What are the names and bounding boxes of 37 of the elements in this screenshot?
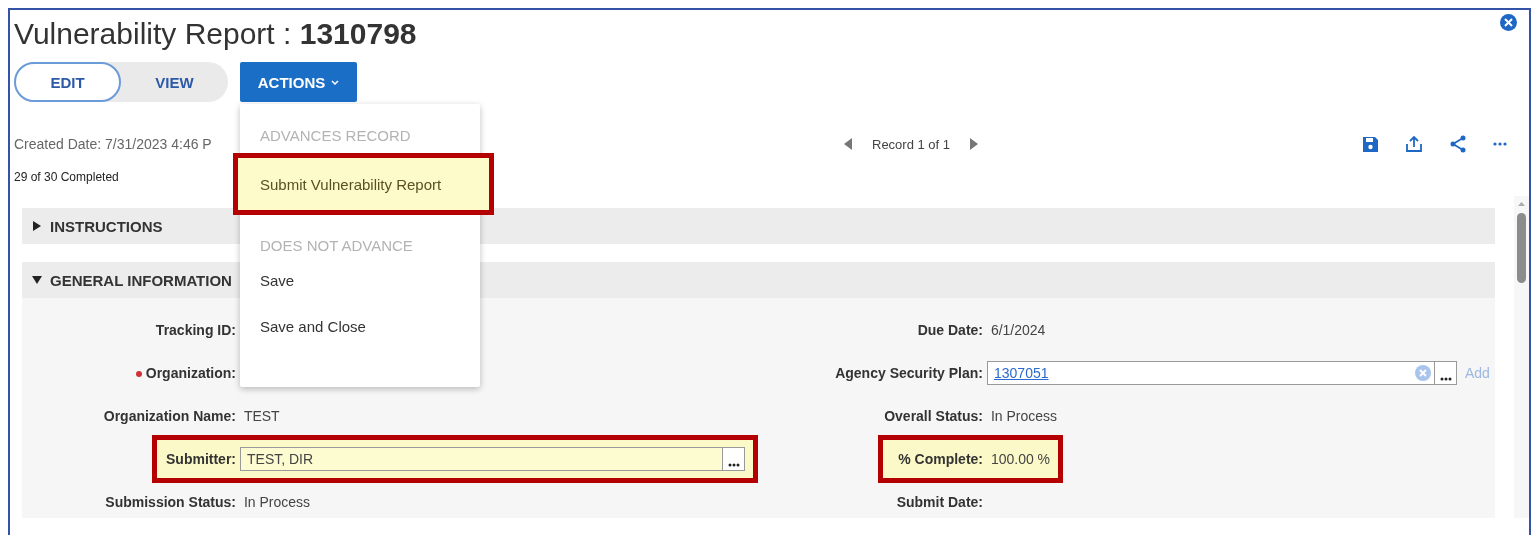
close-icon[interactable] xyxy=(1500,14,1517,31)
next-icon[interactable] xyxy=(970,138,979,150)
menu-heading: ADVANCES RECORD xyxy=(259,126,412,146)
field-value: 6/1/2024 xyxy=(989,321,1046,338)
menu-item[interactable]: Submit Vulnerability Report xyxy=(233,153,494,215)
actions-button[interactable]: ACTIONS xyxy=(240,62,357,102)
upload-icon[interactable] xyxy=(1405,135,1423,153)
more-icon[interactable] xyxy=(1493,142,1507,146)
field-label: Organization Name: xyxy=(102,407,237,424)
record-counter: Record 1 of 1 xyxy=(872,136,951,152)
page-title: Vulnerability Report : 1310798 xyxy=(14,16,417,52)
share-icon[interactable] xyxy=(1449,135,1467,153)
field-label: Organization: xyxy=(22,364,240,381)
save-icon[interactable] xyxy=(1362,135,1379,153)
field-label: Submitter: xyxy=(165,450,237,467)
lookup-field[interactable]: TEST, DIR xyxy=(240,446,745,471)
menu-item[interactable]: Save and Close xyxy=(240,303,480,349)
field-value: 100.00 % xyxy=(989,450,1051,467)
field-label: Agency Security Plan: xyxy=(834,364,984,381)
field-label: Submission Status: xyxy=(104,493,237,510)
caret-icon xyxy=(331,79,340,85)
field-label: % Complete: xyxy=(897,450,984,467)
field-label: Due Date: xyxy=(916,321,984,338)
field-value: TEST xyxy=(242,407,280,424)
field-label: Submit Date: xyxy=(895,493,984,510)
progress-text: 29 of 30 Completed xyxy=(14,170,119,184)
field-value: In Process xyxy=(242,493,311,510)
mode-tab[interactable]: EDIT xyxy=(14,62,121,102)
field-label: Tracking ID: xyxy=(154,321,237,338)
lookup-field[interactable]: 1307051 xyxy=(987,360,1457,385)
field-value: In Process xyxy=(989,407,1058,424)
previous-icon[interactable] xyxy=(844,138,852,150)
mode-tab[interactable]: VIEW xyxy=(121,62,228,102)
browse-button[interactable] xyxy=(722,447,744,470)
more-icon xyxy=(727,462,740,467)
field-label: Overall Status: xyxy=(883,407,984,424)
more-icon xyxy=(1439,376,1452,381)
